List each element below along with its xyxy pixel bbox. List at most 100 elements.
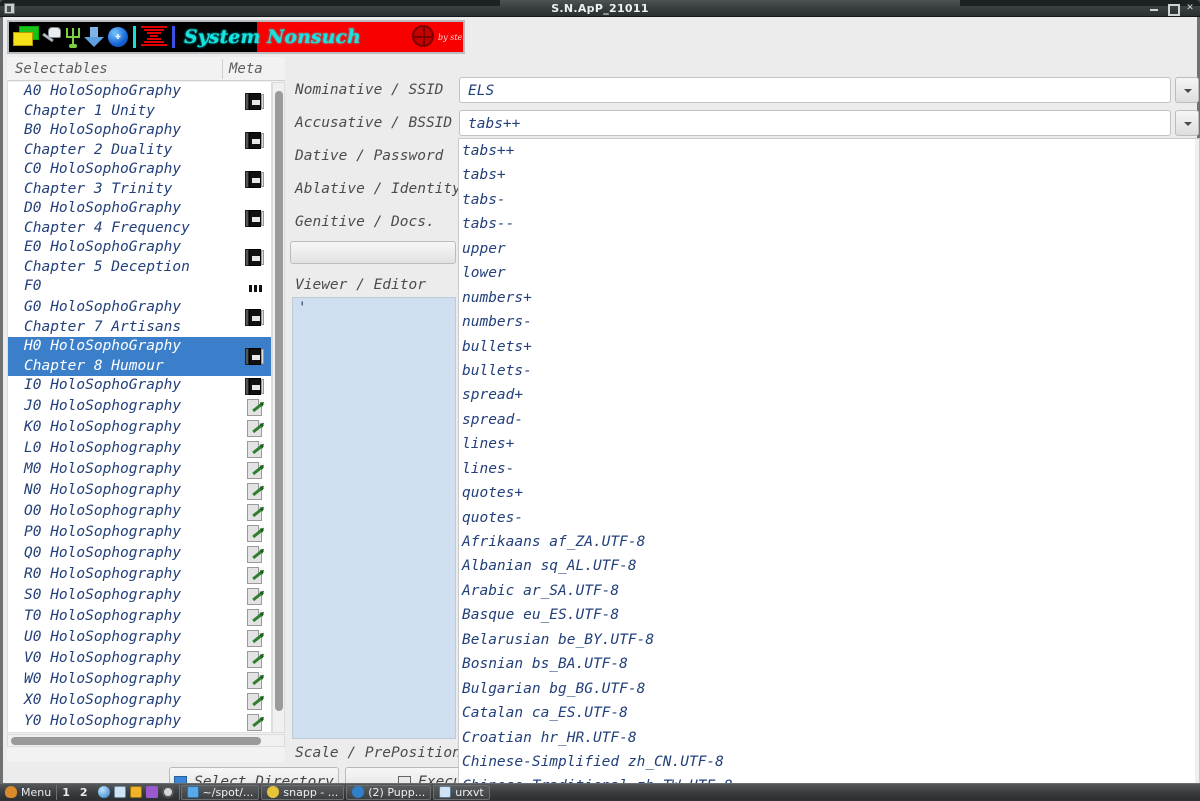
file-edit-icon[interactable]	[245, 461, 265, 481]
file-edit-icon[interactable]	[245, 545, 265, 565]
bars-icon[interactable]	[245, 278, 265, 298]
file-edit-icon[interactable]	[245, 713, 265, 733]
ssid-dropdown-chevron-down-icon[interactable]	[1175, 77, 1199, 103]
book-icon[interactable]	[245, 347, 265, 367]
file-edit-icon[interactable]	[245, 671, 265, 691]
file-edit-icon[interactable]	[245, 482, 265, 502]
taskbar-window-spot[interactable]: ~/spot/...	[180, 784, 260, 800]
selectables-vertical-scrollbar[interactable]	[272, 82, 285, 733]
dropdown-option[interactable]: tabs-	[459, 188, 1199, 212]
dropdown-option[interactable]: Arabic ar_SA.UTF-8	[459, 579, 1199, 603]
dropdown-option[interactable]: numbers-	[459, 310, 1199, 334]
ssid-input[interactable]: ELS	[459, 77, 1171, 103]
dropdown-option[interactable]: Bulgarian bg_BG.UTF-8	[459, 677, 1199, 701]
list-item[interactable]: B0 HoloSophoGraphy Chapter 2 Duality	[8, 121, 271, 160]
image-icon[interactable]	[113, 786, 126, 798]
dropdown-option[interactable]: tabs++	[459, 139, 1199, 163]
list-item[interactable]: M0 HoloSophography	[8, 460, 271, 481]
dropdown-option[interactable]: lines+	[459, 432, 1199, 456]
list-item[interactable]: F0	[8, 277, 271, 298]
list-item[interactable]: L0 HoloSophography	[8, 439, 271, 460]
book-icon[interactable]	[245, 308, 265, 328]
bssid-input[interactable]: tabs++	[459, 110, 1171, 136]
book-icon[interactable]	[245, 131, 265, 151]
book-icon[interactable]	[245, 92, 265, 112]
list-item[interactable]: R0 HoloSophography	[8, 565, 271, 586]
file-edit-icon[interactable]	[245, 419, 265, 439]
book-icon[interactable]	[245, 170, 265, 190]
dropdown-option[interactable]: Basque eu_ES.UTF-8	[459, 603, 1199, 627]
dropdown-option[interactable]: Belarusian be_BY.UTF-8	[459, 628, 1199, 652]
list-item[interactable]: N0 HoloSophography	[8, 481, 271, 502]
dropdown-option[interactable]: lower	[459, 261, 1199, 285]
list-item[interactable]: X0 HoloSophography	[8, 691, 271, 712]
dropdown-option[interactable]: Albanian sq_AL.UTF-8	[459, 554, 1199, 578]
star-icon[interactable]	[145, 786, 158, 798]
list-item[interactable]: U0 HoloSophography	[8, 628, 271, 649]
taskbar-window-urxvt[interactable]: urxvt	[433, 784, 490, 800]
book-icon[interactable]	[245, 209, 265, 229]
taskbar-window-snapp[interactable]: snapp - ...	[261, 784, 345, 800]
file-edit-icon[interactable]	[245, 398, 265, 418]
list-item[interactable]: T0 HoloSophography	[8, 607, 271, 628]
list-item[interactable]: S0 HoloSophography	[8, 586, 271, 607]
dropdown-option[interactable]: Bosnian bs_BA.UTF-8	[459, 652, 1199, 676]
list-item[interactable]: I0 HoloSophoGraphy	[8, 376, 271, 397]
book-icon[interactable]	[245, 377, 265, 397]
dropdown-scrollbar[interactable]	[1195, 139, 1199, 799]
dropdown-option[interactable]: tabs+	[459, 163, 1199, 187]
file-edit-icon[interactable]	[245, 587, 265, 607]
dropdown-option[interactable]: Catalan ca_ES.UTF-8	[459, 701, 1199, 725]
dropdown-options-list[interactable]: tabs++ tabs+ tabs-tabs-- upper lower numbers+…	[458, 138, 1200, 800]
list-item[interactable]: H0 HoloSophoGraphy Chapter 8 Humour	[8, 337, 271, 376]
file-edit-icon[interactable]	[245, 692, 265, 712]
list-item[interactable]: G0 HoloSophoGraphy Chapter 7 Artisans	[8, 298, 271, 337]
selectables-horizontal-scrollbar[interactable]	[7, 734, 285, 747]
selectables-vscroll-thumb[interactable]	[275, 91, 283, 711]
dropdown-option[interactable]: quotes+	[459, 481, 1199, 505]
file-edit-icon[interactable]	[245, 629, 265, 649]
desktop-2-button[interactable]: 2	[75, 786, 93, 799]
blank-field[interactable]	[290, 241, 456, 264]
list-item[interactable]: Y0 HoloSophography	[8, 712, 271, 733]
selectables-list[interactable]: A0 HoloSophoGraphy Chapter 1 Unity B0 Holo…	[7, 82, 272, 733]
list-item[interactable]: P0 HoloSophography	[8, 523, 271, 544]
list-item[interactable]: K0 HoloSophography	[8, 418, 271, 439]
dropdown-option[interactable]: bullets-	[459, 359, 1199, 383]
dropdown-option[interactable]: quotes-	[459, 506, 1199, 530]
list-item[interactable]: V0 HoloSophography	[8, 649, 271, 670]
minimize-button[interactable]	[1148, 2, 1160, 14]
file-edit-icon[interactable]	[245, 566, 265, 586]
bssid-dropdown-chevron-down-icon[interactable]	[1175, 110, 1199, 136]
dropdown-option[interactable]: spread-	[459, 408, 1199, 432]
selectables-hscroll-thumb[interactable]	[11, 737, 261, 745]
list-item[interactable]: O0 HoloSophography	[8, 502, 271, 523]
note-icon[interactable]	[129, 786, 142, 798]
file-edit-icon[interactable]	[245, 524, 265, 544]
dropdown-option[interactable]: spread+	[459, 383, 1199, 407]
dropdown-option[interactable]: Croatian hr_HR.UTF-8	[459, 726, 1199, 750]
maximize-button[interactable]	[1166, 2, 1180, 16]
file-edit-icon[interactable]	[245, 440, 265, 460]
taskbar-menu-button[interactable]: Menu	[0, 784, 56, 801]
dropdown-option[interactable]: numbers+	[459, 286, 1199, 310]
list-item[interactable]: J0 HoloSophography	[8, 397, 271, 418]
book-icon[interactable]	[245, 248, 265, 268]
globe-icon[interactable]	[97, 786, 110, 798]
list-item[interactable]: A0 HoloSophoGraphy Chapter 1 Unity	[8, 82, 271, 121]
dropdown-option[interactable]: Chinese-Simplified zh_CN.UTF-8	[459, 750, 1199, 774]
dropdown-option[interactable]: Afrikaans af_ZA.UTF-8	[459, 530, 1199, 554]
desktop-1-button[interactable]: 1	[57, 786, 75, 799]
list-item[interactable]: E0 HoloSophoGraphy Chapter 5 Deception	[8, 238, 271, 277]
dropdown-option[interactable]: bullets+	[459, 335, 1199, 359]
dropdown-option[interactable]: lines-	[459, 457, 1199, 481]
clock-icon[interactable]	[161, 786, 174, 798]
taskbar-window-puppy[interactable]: (2) Pupp...	[346, 784, 432, 800]
list-item[interactable]: D0 HoloSophoGraphy Chapter 4 Frequency	[8, 199, 271, 238]
file-edit-icon[interactable]	[245, 650, 265, 670]
close-button[interactable]: ✕	[1184, 2, 1196, 14]
list-item[interactable]: W0 HoloSophography	[8, 670, 271, 691]
dropdown-option[interactable]: upper	[459, 237, 1199, 261]
dropdown-option[interactable]: tabs--	[459, 212, 1199, 236]
file-edit-icon[interactable]	[245, 503, 265, 523]
